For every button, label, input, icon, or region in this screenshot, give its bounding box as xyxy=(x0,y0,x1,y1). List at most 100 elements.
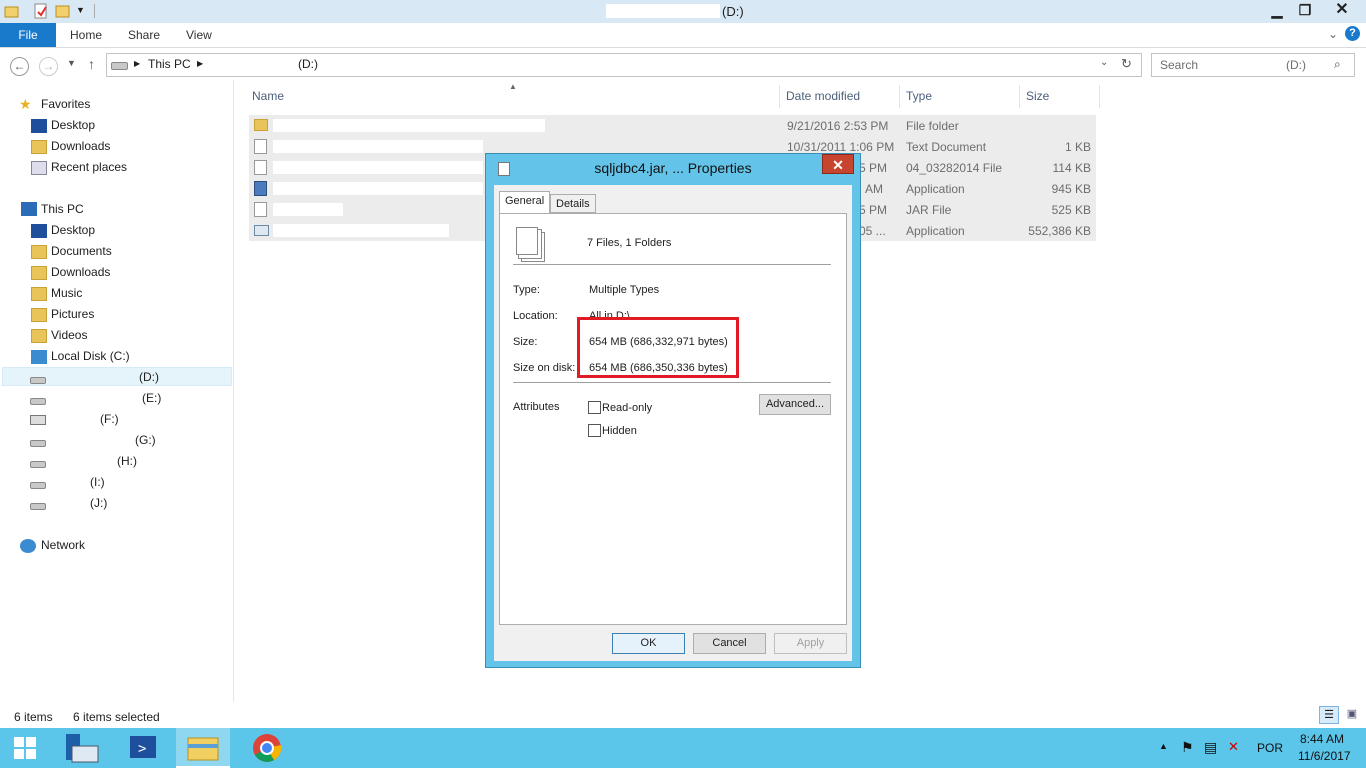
breadcrumb-chevron-icon[interactable]: ▶ xyxy=(197,59,203,68)
nav-pc-local-disk[interactable]: Local Disk (C:) xyxy=(51,349,130,363)
breadcrumb-drive[interactable]: (D:) xyxy=(298,57,318,71)
drive-icon xyxy=(30,461,46,468)
tab-view[interactable]: View xyxy=(186,28,212,42)
hidden-label[interactable]: Hidden xyxy=(602,425,637,437)
folder-icon xyxy=(254,119,268,131)
nav-pc-music[interactable]: Music xyxy=(51,286,82,300)
nav-favorites[interactable]: Favorites xyxy=(41,97,90,111)
dialog-title: sqljdbc4.jar, ... Properties xyxy=(594,160,752,176)
quick-access-dropdown-icon[interactable]: ▼ xyxy=(76,5,92,21)
address-dropdown-icon[interactable]: ⌄ xyxy=(1100,57,1108,68)
forward-button[interactable]: → xyxy=(39,57,58,76)
server-manager-icon[interactable] xyxy=(56,728,106,768)
dialog-close-button[interactable]: ✕ xyxy=(822,154,854,174)
apply-button[interactable]: Apply xyxy=(774,633,847,654)
drive-icon xyxy=(30,482,46,489)
nav-fav-recent[interactable]: Recent places xyxy=(51,160,127,174)
taskbar: > ▲ ⚑ ▤ ✕ POR 8:44 AM 11/6/2017 xyxy=(0,728,1366,768)
readonly-label[interactable]: Read-only xyxy=(602,402,652,414)
action-center-flag-icon[interactable]: ⚑ xyxy=(1181,739,1194,756)
type-value: Multiple Types xyxy=(589,284,660,296)
nav-drive-h[interactable]: (H:) xyxy=(117,454,137,468)
this-pc-icon xyxy=(21,202,37,216)
column-header-size[interactable]: Size xyxy=(1020,85,1100,108)
tab-home[interactable]: Home xyxy=(70,28,102,42)
powershell-icon[interactable]: > xyxy=(118,728,168,768)
column-header-date[interactable]: Date modified xyxy=(780,85,900,108)
redacted-name xyxy=(273,203,343,216)
nav-pc-videos[interactable]: Videos xyxy=(51,328,87,342)
nav-drive-j[interactable]: (J:) xyxy=(90,496,107,510)
location-label: Location: xyxy=(513,310,558,322)
breadcrumb-this-pc[interactable]: This PC xyxy=(148,57,191,71)
size-highlight-box xyxy=(577,317,739,378)
nav-drive-d[interactable]: (D:) xyxy=(139,370,159,384)
maximize-button[interactable]: ❐ xyxy=(1290,0,1320,20)
clock-date[interactable]: 11/6/2017 xyxy=(1298,749,1351,763)
minimize-button[interactable]: ▁ xyxy=(1262,0,1292,20)
readonly-checkbox[interactable] xyxy=(588,401,601,414)
refresh-icon[interactable]: ↻ xyxy=(1121,56,1132,72)
file-explorer-icon[interactable] xyxy=(176,728,230,768)
favorites-star-icon: ★ xyxy=(19,96,32,112)
cancel-button[interactable]: Cancel xyxy=(693,633,766,654)
nav-drive-i[interactable]: (I:) xyxy=(90,475,105,489)
row-type: Text Document xyxy=(906,140,987,154)
new-folder-icon[interactable] xyxy=(55,3,71,19)
row-date: 05 ... xyxy=(859,224,886,238)
tab-details[interactable]: Details xyxy=(550,194,596,213)
nav-fav-downloads[interactable]: Downloads xyxy=(51,139,110,153)
row-type: Application xyxy=(906,224,965,238)
downloads-folder-icon xyxy=(31,266,47,280)
column-header-type[interactable]: Type xyxy=(900,85,1020,108)
back-button[interactable]: ← xyxy=(10,57,29,76)
status-item-count: 6 items xyxy=(14,710,53,724)
help-icon[interactable]: ? xyxy=(1345,26,1360,41)
nav-fav-desktop[interactable]: Desktop xyxy=(51,118,95,132)
row-size: 945 KB xyxy=(1051,182,1091,196)
nav-pc-downloads[interactable]: Downloads xyxy=(51,265,110,279)
volume-muted-icon[interactable]: ✕ xyxy=(1228,739,1239,755)
breadcrumb-chevron-icon[interactable]: ▶ xyxy=(134,59,140,68)
search-box[interactable]: Search (D:) ⌕ xyxy=(1151,53,1355,77)
hidden-checkbox[interactable] xyxy=(588,424,601,437)
nav-pc-desktop[interactable]: Desktop xyxy=(51,223,95,237)
tab-file[interactable]: File xyxy=(0,23,56,47)
ribbon-expand-icon[interactable]: ⌄ xyxy=(1328,27,1338,41)
downloads-folder-icon xyxy=(31,140,47,154)
address-bar[interactable]: ▶ This PC ▶ (D:) ⌄ ↻ xyxy=(106,53,1142,77)
search-icon[interactable]: ⌕ xyxy=(1334,57,1341,72)
recent-locations-icon[interactable]: ▼ xyxy=(67,58,76,68)
nav-pc-documents[interactable]: Documents xyxy=(51,244,112,258)
nav-network[interactable]: Network xyxy=(41,538,85,552)
row-date: 10/31/2011 1:06 PM xyxy=(787,140,895,154)
language-indicator[interactable]: POR xyxy=(1257,741,1283,755)
files-summary: 7 Files, 1 Folders xyxy=(587,237,672,249)
up-button[interactable]: ↑ xyxy=(88,56,95,72)
start-button[interactable] xyxy=(0,728,50,768)
nav-this-pc[interactable]: This PC xyxy=(41,202,84,216)
window-title-bar: ▼ (D:) ▁ ❐ ✕ xyxy=(0,0,1366,24)
pane-divider[interactable] xyxy=(233,80,234,702)
large-icons-view-icon[interactable]: ▣ xyxy=(1342,706,1362,724)
nav-pc-pictures[interactable]: Pictures xyxy=(51,307,94,321)
advanced-button[interactable]: Advanced... xyxy=(759,394,831,415)
close-button[interactable]: ✕ xyxy=(1318,0,1366,20)
properties-icon[interactable] xyxy=(33,3,49,19)
window-app-icon[interactable] xyxy=(4,3,20,19)
recent-places-icon xyxy=(31,161,47,175)
ok-button[interactable]: OK xyxy=(612,633,685,654)
clock-time[interactable]: 8:44 AM xyxy=(1300,732,1344,746)
details-view-icon[interactable]: ☰ xyxy=(1319,706,1339,724)
redacted-name xyxy=(273,161,483,174)
nav-drive-f[interactable]: (F:) xyxy=(100,412,119,426)
nav-drive-e[interactable]: (E:) xyxy=(142,391,161,405)
tab-general[interactable]: General xyxy=(499,191,551,213)
column-header-name[interactable]: Name xyxy=(246,85,780,108)
show-hidden-icons[interactable]: ▲ xyxy=(1159,741,1168,751)
tab-share[interactable]: Share xyxy=(128,28,160,42)
chrome-icon[interactable] xyxy=(242,728,292,768)
network-status-icon[interactable]: ▤ xyxy=(1204,739,1217,756)
table-row[interactable]: 9/21/2016 2:53 PM File folder xyxy=(249,115,1096,136)
nav-drive-g[interactable]: (G:) xyxy=(135,433,156,447)
